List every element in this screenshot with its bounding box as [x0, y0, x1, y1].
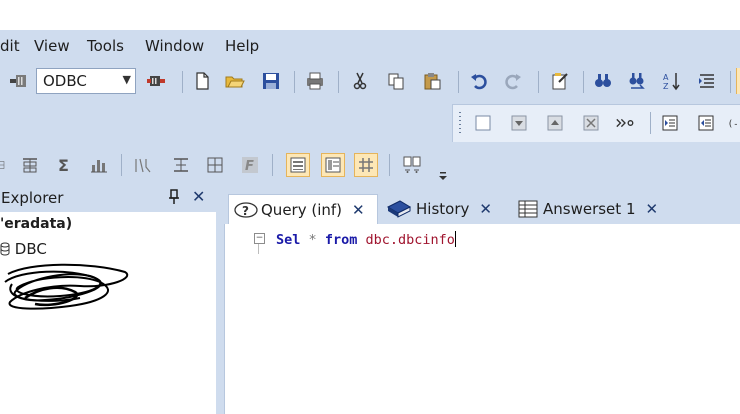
view-form-toggle[interactable] [286, 153, 310, 177]
menu-help[interactable]: Help [225, 37, 259, 55]
toolbar-overflow-chevron[interactable] [437, 162, 449, 184]
menu-edit[interactable]: dit [0, 37, 20, 55]
tab-label: Query (inf) [261, 200, 343, 219]
comment-icon[interactable]: (- [727, 113, 740, 133]
cut-icon[interactable] [350, 71, 370, 91]
indent-icon[interactable] [660, 113, 680, 133]
svg-text:Z: Z [663, 82, 669, 91]
columns-icon[interactable] [133, 155, 153, 175]
expand-more-icon[interactable] [615, 113, 635, 133]
format-query-icon[interactable] [697, 71, 717, 91]
close-icon[interactable]: ✕ [645, 200, 658, 218]
svg-text:(-: (- [728, 119, 739, 129]
query-editor[interactable] [224, 224, 740, 414]
sql-keyword-select: Sel [276, 232, 301, 248]
sql-keyword-from: from [324, 232, 358, 248]
tab-answerset[interactable]: Answerset 1 ✕ [518, 194, 678, 224]
view-list-toggle[interactable] [321, 153, 345, 177]
title-strip [0, 0, 740, 30]
view-grid-toggle[interactable] [354, 153, 378, 177]
collapse-icon[interactable]: − [254, 233, 265, 244]
table-layout-icon[interactable] [171, 155, 191, 175]
edit-note-icon[interactable] [550, 71, 570, 91]
tab-label: Answerset 1 [543, 200, 636, 218]
open-folder-icon[interactable] [225, 71, 245, 91]
svg-text:F: F [245, 159, 254, 174]
toolbar-overflow-button[interactable] [736, 68, 740, 94]
tab-history[interactable]: History ✕ [386, 194, 504, 224]
redo-icon[interactable] [503, 71, 523, 91]
text-caret [454, 231, 456, 247]
toolbar-separator [272, 154, 273, 176]
compare-icon[interactable] [402, 155, 422, 175]
toolbar-separator [338, 71, 339, 93]
find-icon[interactable] [593, 71, 613, 91]
tree-node-label: DBC [14, 240, 47, 258]
toolbar-separator [294, 71, 295, 93]
menu-bar: dit View Tools Window Help [0, 30, 740, 62]
delete-box-icon[interactable] [581, 113, 601, 133]
find-next-icon[interactable] [627, 71, 647, 91]
pin-icon[interactable] [167, 188, 181, 210]
toolbar-separator [458, 71, 459, 93]
copy-icon[interactable] [386, 71, 406, 91]
sql-line[interactable]: Sel * from dbc.dbcinfo [276, 231, 456, 248]
undo-icon[interactable] [469, 71, 489, 91]
sql-table-name: dbc.dbcinfo [365, 232, 455, 248]
fold-guide [258, 244, 259, 254]
move-up-icon[interactable] [545, 113, 565, 133]
teradata-sql-assistant-window: dit View Tools Window Help ODBC ▼ A Z (-… [0, 0, 740, 414]
connect-icon[interactable] [8, 71, 28, 91]
close-icon[interactable]: ✕ [479, 200, 492, 218]
close-icon[interactable]: ✕ [192, 187, 205, 206]
menu-tools[interactable]: Tools [87, 37, 124, 55]
outdent-icon[interactable] [696, 113, 716, 133]
tree-node-dbc[interactable]: DBC [0, 240, 47, 260]
save-icon[interactable] [261, 71, 281, 91]
toolbar-separator [730, 71, 731, 93]
paste-icon[interactable] [422, 71, 442, 91]
print-icon[interactable] [305, 71, 325, 91]
query-help-icon: ? [233, 201, 259, 219]
font-icon[interactable]: F [240, 155, 260, 175]
svg-text:A: A [663, 73, 669, 82]
tree-node-teradata[interactable]: 'eradata) [0, 216, 72, 232]
menu-view[interactable]: View [34, 37, 70, 55]
svg-text:?: ? [242, 204, 249, 218]
toolbar-grip[interactable] [459, 112, 461, 134]
toolbar-separator [121, 154, 122, 176]
chevron-down-icon: ▼ [122, 73, 131, 86]
toolbar-separator [650, 112, 651, 134]
connection-type-select[interactable]: ODBC ▼ [36, 68, 136, 94]
grid-table-icon [518, 200, 538, 218]
explorer-panel-header: Explorer ✕ [0, 186, 216, 212]
book-icon [386, 199, 412, 219]
connection-type-value: ODBC [43, 72, 87, 90]
svg-text:Σ: Σ [58, 156, 69, 175]
sum-icon[interactable]: Σ [54, 155, 74, 175]
group-icon[interactable] [20, 155, 40, 175]
blank-square-icon[interactable] [473, 113, 493, 133]
grid-lines-icon[interactable] [205, 155, 225, 175]
toolbar-separator [182, 71, 183, 93]
sort-icon[interactable]: AZ [662, 71, 682, 91]
tab-label: History [416, 200, 470, 218]
chart-icon[interactable] [89, 155, 109, 175]
tab-query[interactable]: ? Query (inf) ✕ [228, 194, 378, 224]
panel-splitter[interactable] [216, 186, 224, 414]
new-query-icon[interactable] [192, 71, 212, 91]
grid-icon[interactable] [0, 155, 10, 175]
menu-window[interactable]: Window [145, 37, 204, 55]
toolbar-separator [389, 154, 390, 176]
redacted-scribble [4, 263, 129, 310]
close-icon[interactable]: ✕ [352, 201, 365, 219]
sql-star: * [308, 232, 317, 248]
explorer-title: Explorer [1, 189, 64, 207]
toolbar-separator [583, 71, 584, 93]
database-icon [0, 242, 10, 260]
move-down-icon[interactable] [509, 113, 529, 133]
toolbar-separator [538, 71, 539, 93]
disconnect-icon[interactable] [146, 71, 166, 91]
